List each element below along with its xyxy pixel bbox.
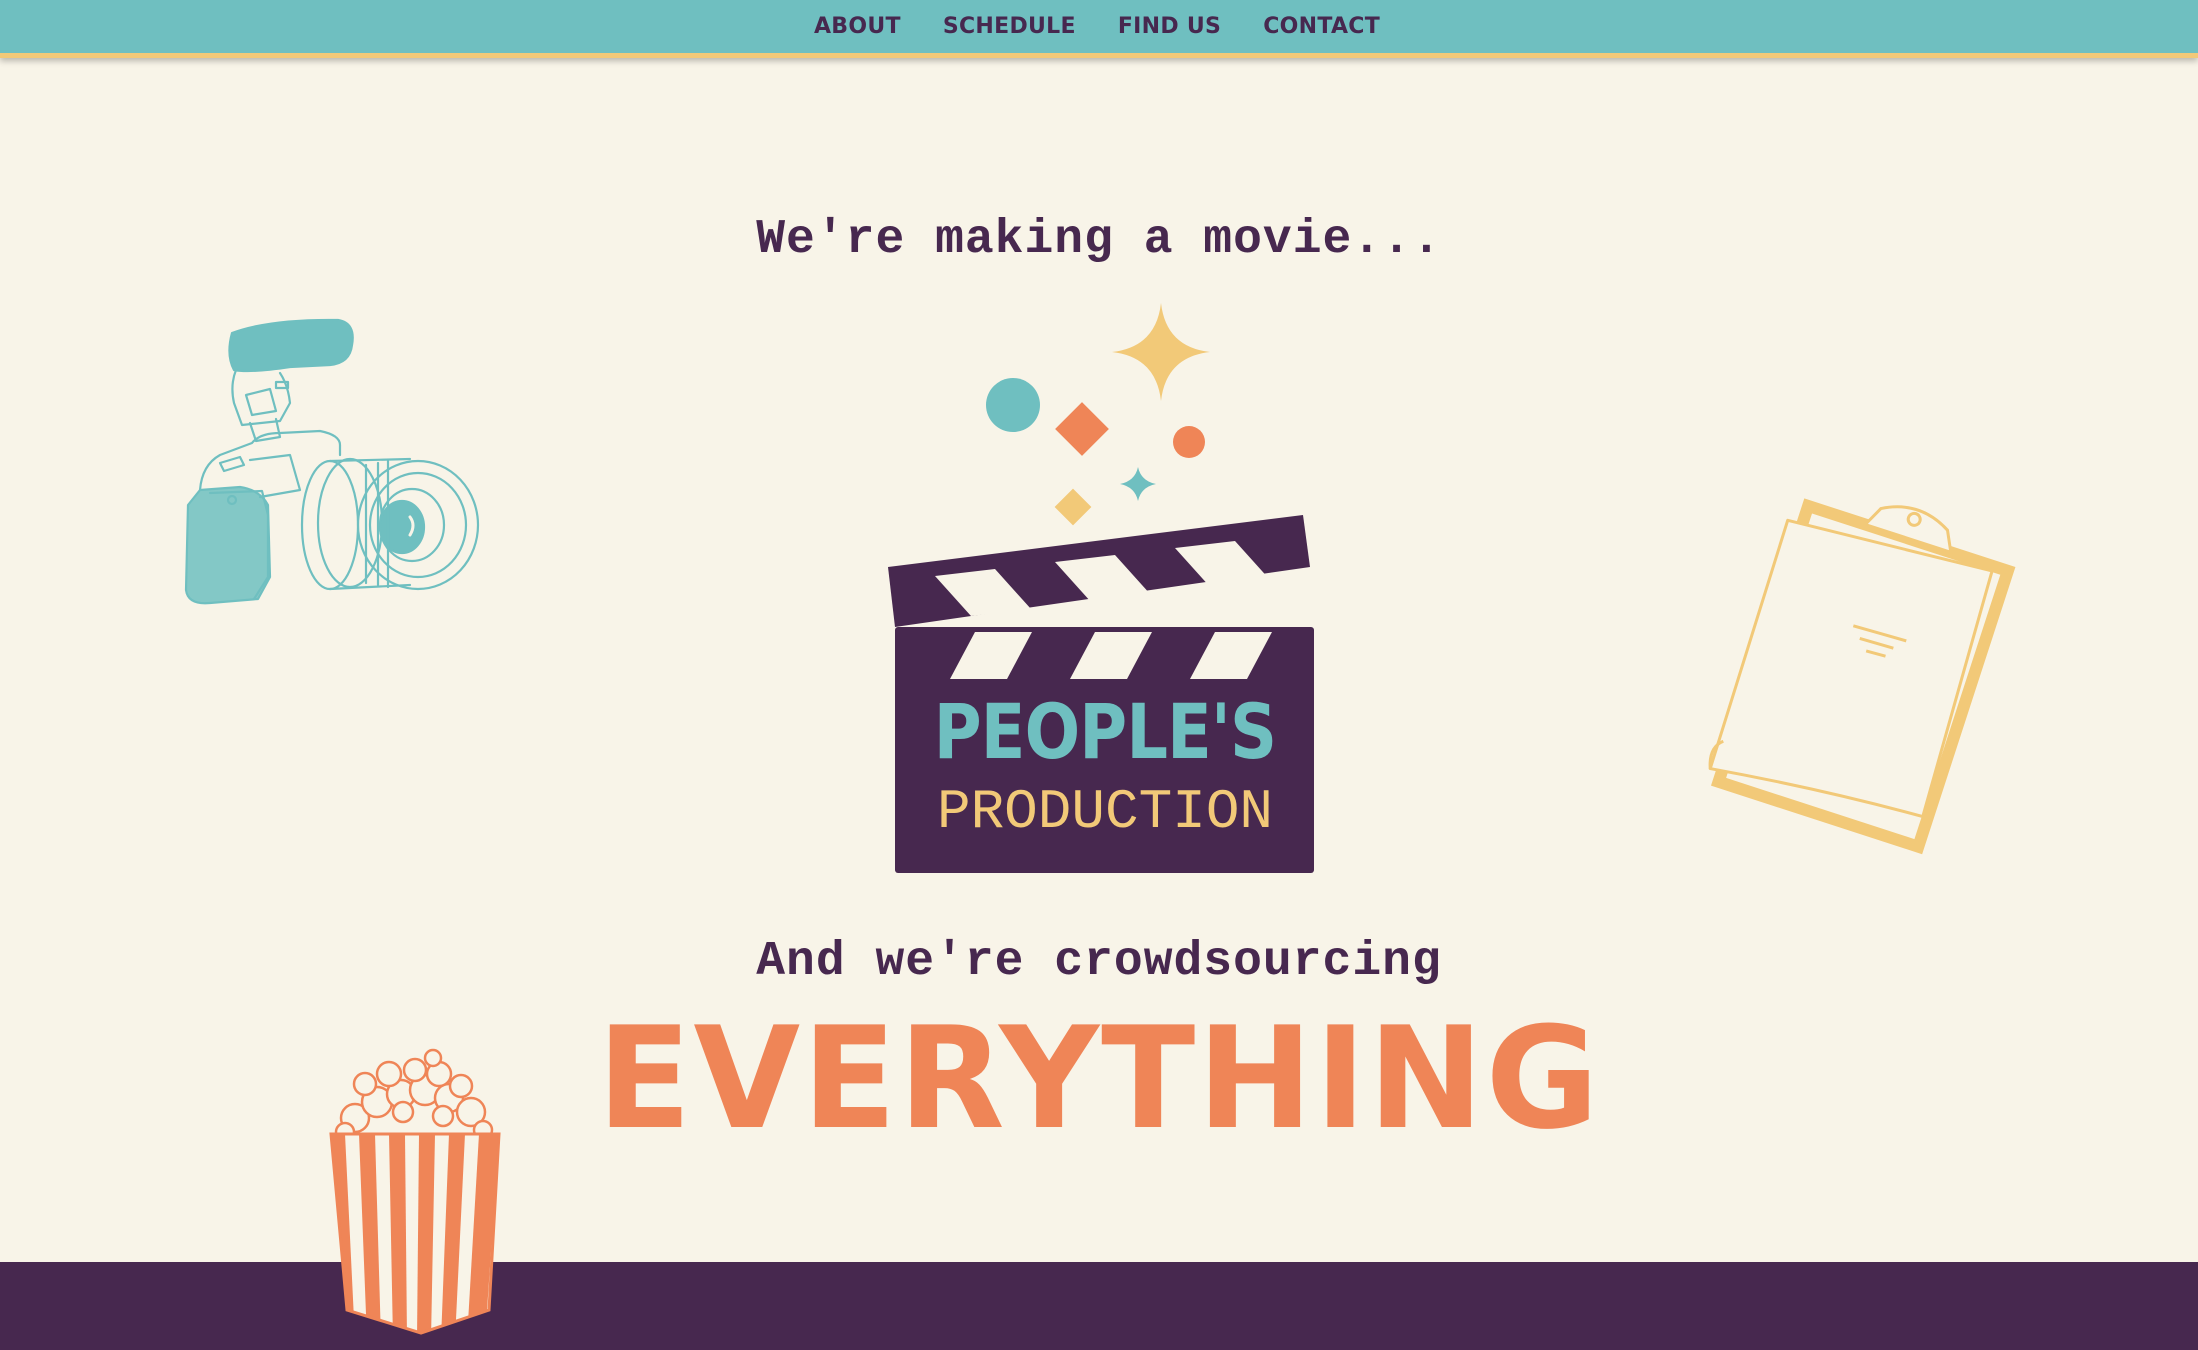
nav-about-link[interactable]: ABOUT (814, 14, 901, 39)
clapperboard-icon (888, 515, 1310, 627)
popcorn-icon (329, 1048, 501, 1335)
crowdsourcing-tagline: And we're crowdsourcing (756, 935, 1442, 989)
top-navigation: ABOUT SCHEDULE FIND US CONTACT (0, 0, 2198, 58)
sparkle-icon (986, 303, 1210, 526)
camera-icon (184, 318, 480, 605)
nav-contact-link[interactable]: CONTACT (1263, 14, 1380, 39)
nav-find-us-link[interactable]: FIND US (1118, 14, 1221, 39)
nav-schedule-link[interactable]: SCHEDULE (943, 14, 1076, 39)
nav-links: ABOUT SCHEDULE FIND US CONTACT (814, 14, 1380, 39)
clipboard-icon (1708, 498, 2016, 855)
intro-tagline: We're making a movie... (756, 213, 1442, 267)
